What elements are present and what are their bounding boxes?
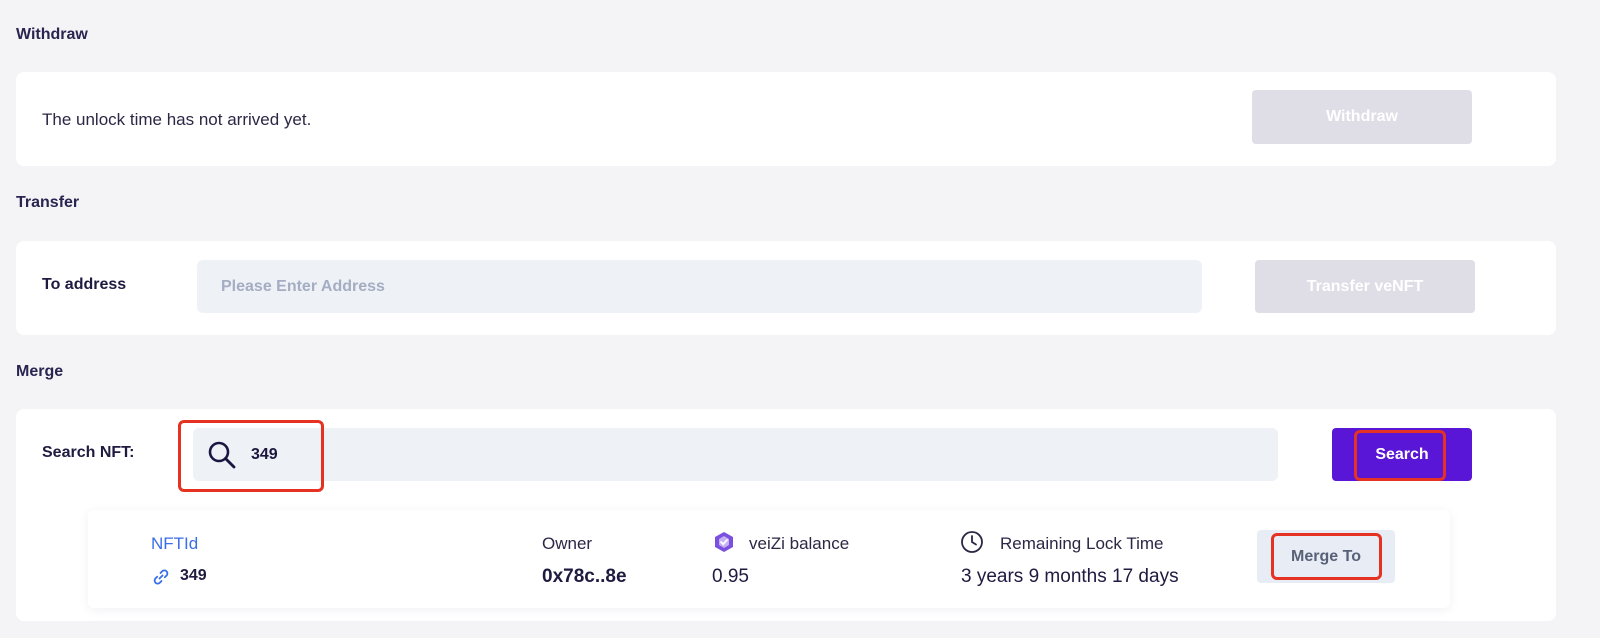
veizi-balance-label: veiZi balance xyxy=(749,534,850,553)
search-nft-value: 349 xyxy=(251,445,278,463)
withdraw-section-title: Withdraw xyxy=(16,26,88,43)
clock-icon xyxy=(960,530,984,554)
address-input[interactable]: Please Enter Address xyxy=(197,260,1202,313)
withdraw-message: The unlock time has not arrived yet. xyxy=(42,110,312,129)
owner-label: Owner xyxy=(542,534,593,553)
transfer-venft-button[interactable]: Transfer veNFT xyxy=(1255,260,1475,313)
owner-value: 0x78c..8e xyxy=(542,566,627,587)
to-address-label: To address xyxy=(42,276,127,293)
veizi-balance-value: 0.95 xyxy=(712,566,749,587)
withdraw-card: The unlock time has not arrived yet. Wit… xyxy=(16,72,1556,166)
nft-id-label[interactable]: NFTId xyxy=(151,534,198,554)
transfer-section-title: Transfer xyxy=(16,194,80,211)
merge-to-button[interactable]: Merge To xyxy=(1257,530,1395,583)
search-button[interactable]: Search xyxy=(1332,428,1472,481)
nft-id-value: 349 xyxy=(180,567,207,584)
remaining-lock-time-label: Remaining Lock Time xyxy=(1000,534,1164,553)
merge-section-title: Merge xyxy=(16,363,64,380)
veizi-token-icon xyxy=(712,530,736,554)
transfer-card: To address Please Enter Address Transfer… xyxy=(16,241,1556,335)
withdraw-button[interactable]: Withdraw xyxy=(1252,90,1472,144)
remaining-lock-time-value: 3 years 9 months 17 days xyxy=(961,566,1179,587)
address-input-placeholder: Please Enter Address xyxy=(221,277,385,295)
search-nft-input[interactable]: 349 xyxy=(193,428,1278,481)
nft-result-card: NFTId 349 Owner 0x78c..8e veiZi balance … xyxy=(88,510,1450,608)
search-icon xyxy=(207,440,237,470)
search-nft-label: Search NFT: xyxy=(42,444,135,461)
link-icon[interactable] xyxy=(152,568,170,586)
